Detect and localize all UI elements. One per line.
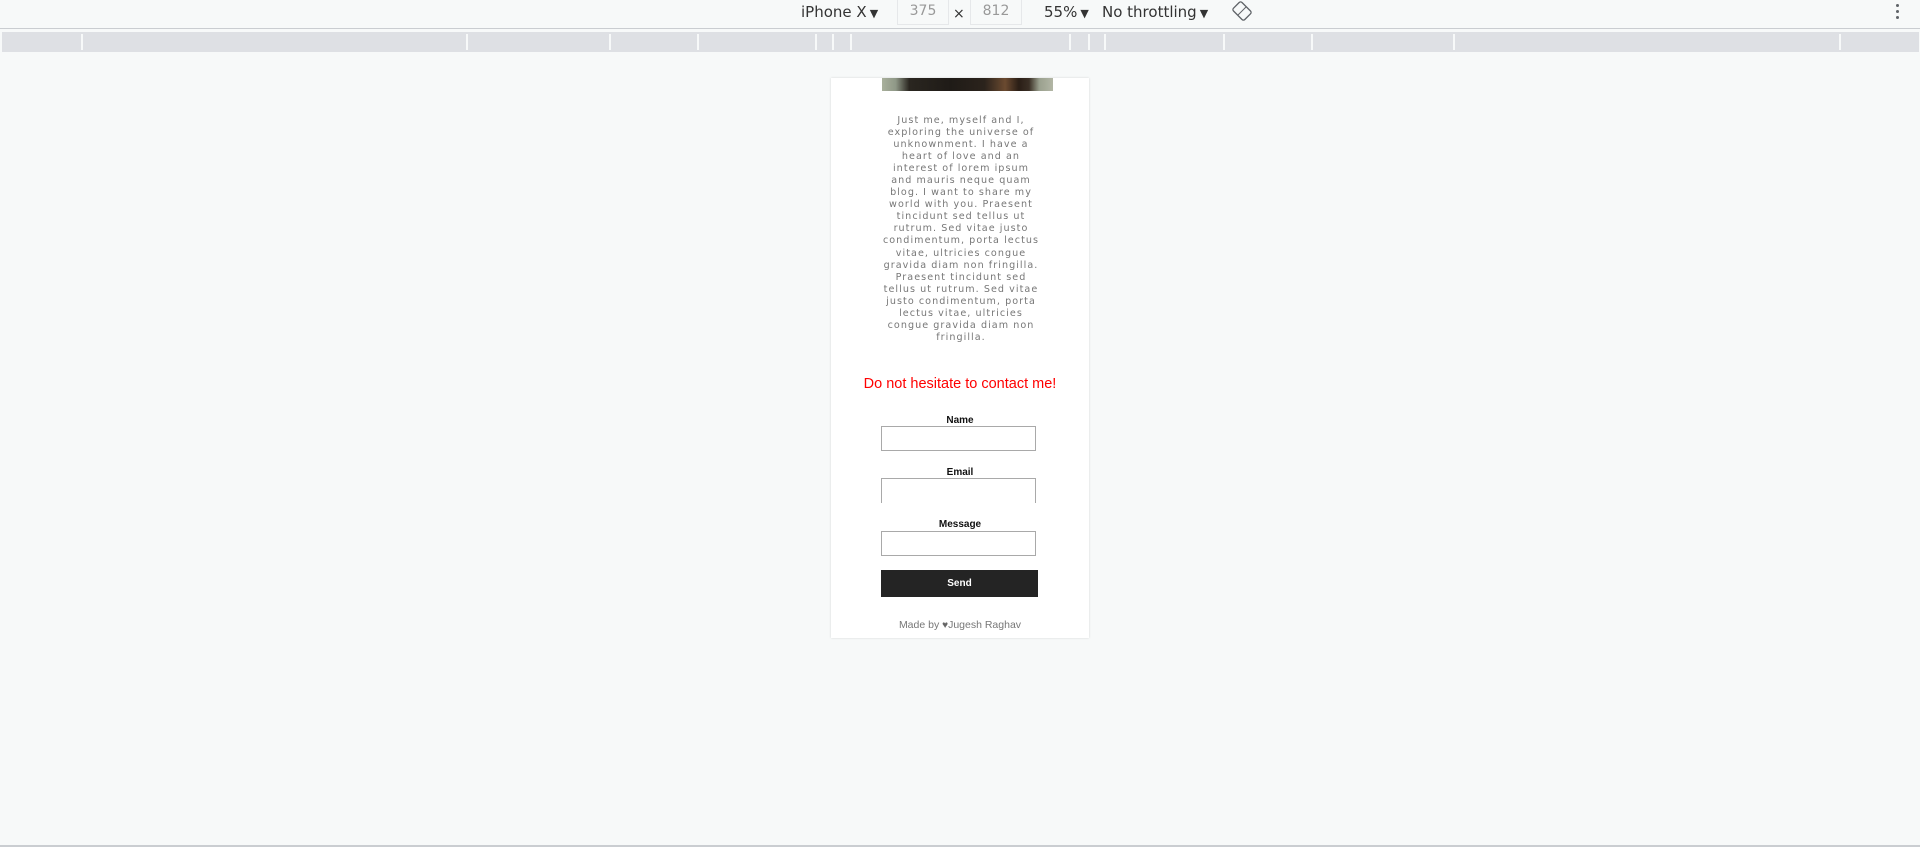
media-query-divider [609,34,611,50]
name-input[interactable] [881,426,1036,451]
zoom-select[interactable]: 55% ▼ [1044,0,1089,24]
media-query-divider [1311,34,1313,50]
message-textarea[interactable] [881,531,1036,556]
throttling-select[interactable]: No throttling ▼ [1102,0,1208,24]
more-vertical-icon[interactable] [1894,2,1900,22]
name-label: Name [946,415,974,426]
zoom-value: 55% [1044,3,1078,21]
media-query-divider [1104,34,1106,50]
media-query-divider [1453,34,1455,50]
email-input[interactable] [881,478,1036,503]
footer-credit: Made by ♥Jugesh Raghav [831,619,1089,631]
media-query-divider [466,34,468,50]
profile-photo [882,78,1053,91]
media-query-bar[interactable] [2,32,1919,52]
media-query-divider [832,34,834,50]
device-viewport: Just me, myself and I, exploring the uni… [831,78,1089,638]
chevron-down-icon: ▼ [1199,7,1209,20]
contact-heading: Do not hesitate to contact me! [863,376,1057,392]
send-button[interactable]: Send [881,570,1038,597]
media-query-divider [815,34,817,50]
message-label: Message [938,519,982,530]
footer-author[interactable]: Jugesh Raghav [948,619,1021,631]
devtools-device-toolbar: iPhone X ▼ 375 × 812 55% ▼ No throttling ▼ [0,0,1920,29]
media-query-divider [697,34,699,50]
media-query-divider [1069,34,1071,50]
device-select[interactable]: iPhone X ▼ [801,0,878,24]
email-label: Email [946,467,974,478]
media-query-divider [81,34,83,50]
width-input[interactable]: 375 [897,0,949,25]
throttling-value: No throttling [1102,3,1197,21]
media-query-divider [1839,34,1841,50]
chevron-down-icon: ▼ [869,7,879,20]
footer-prefix: Made by [898,619,943,631]
rotate-icon[interactable] [1232,1,1252,21]
chevron-down-icon: ▼ [1080,7,1089,20]
height-input[interactable]: 812 [970,0,1022,25]
dimension-separator: × [953,6,965,22]
device-name: iPhone X [801,3,867,21]
bio-text: Just me, myself and I, exploring the uni… [882,115,1040,343]
media-query-divider [1223,34,1225,50]
media-query-divider [850,34,852,50]
media-query-divider [1088,34,1090,50]
